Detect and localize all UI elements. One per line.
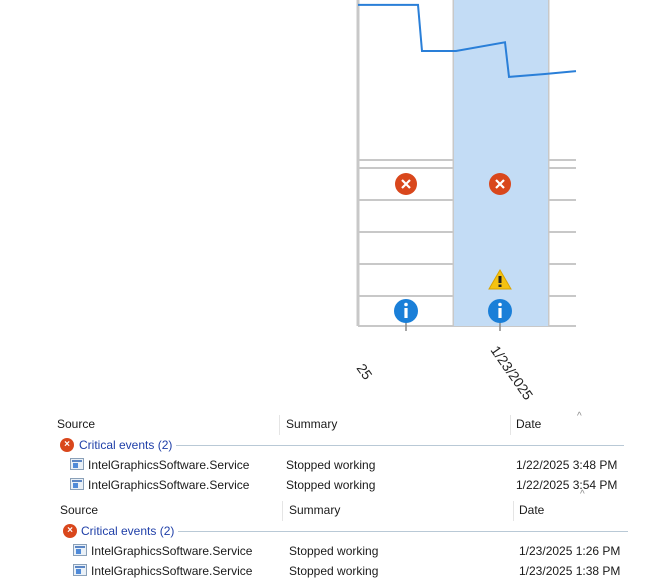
table-row[interactable]: IntelGraphicsSoftware.Service Stopped wo… xyxy=(0,455,666,475)
date-cell: 1/22/2025 3:48 PM xyxy=(516,458,618,472)
summary-cell: Stopped working xyxy=(286,478,376,492)
column-header-date[interactable]: Date xyxy=(516,417,541,431)
summary-cell: Stopped working xyxy=(289,544,379,558)
application-icon xyxy=(70,478,84,490)
critical-icon xyxy=(489,173,511,195)
category-divider xyxy=(178,531,628,532)
source-cell: IntelGraphicsSoftware.Service xyxy=(88,458,250,472)
column-header-summary[interactable]: Summary xyxy=(286,417,337,431)
application-icon xyxy=(73,564,87,576)
sort-chevron-up-icon: ^ xyxy=(577,411,582,422)
summary-cell: Stopped working xyxy=(286,458,376,472)
application-icon xyxy=(70,458,84,470)
info-dot xyxy=(404,302,408,307)
table-row[interactable]: IntelGraphicsSoftware.Service Stopped wo… xyxy=(0,561,666,581)
warning-dot xyxy=(498,284,502,287)
source-cell: IntelGraphicsSoftware.Service xyxy=(88,478,250,492)
critical-icon: × xyxy=(60,438,74,452)
column-header-row: Source Summary Date ^ xyxy=(0,411,666,437)
column-header-row: ^ Source Summary Date xyxy=(0,489,666,523)
column-separator[interactable] xyxy=(279,415,280,435)
column-header-source[interactable]: Source xyxy=(57,417,95,431)
category-row-critical[interactable]: × Critical events (2) xyxy=(0,435,666,455)
warning-bar xyxy=(498,276,502,283)
column-separator[interactable] xyxy=(510,415,511,435)
table-row[interactable]: IntelGraphicsSoftware.Service Stopped wo… xyxy=(0,475,666,495)
category-label[interactable]: Critical events (2) xyxy=(81,524,174,538)
info-stem xyxy=(404,308,408,318)
column-header-summary[interactable]: Summary xyxy=(289,503,340,517)
source-cell: IntelGraphicsSoftware.Service xyxy=(91,544,253,558)
date-cell: 1/23/2025 1:26 PM xyxy=(519,544,621,558)
reliability-chart[interactable]: 25 1/23/2025 xyxy=(0,0,666,410)
application-icon xyxy=(73,544,87,556)
category-row-critical[interactable]: × Critical events (2) xyxy=(0,521,666,541)
critical-icon: × xyxy=(63,524,77,538)
column-header-date[interactable]: Date xyxy=(519,503,544,517)
info-dot xyxy=(498,302,502,307)
info-stem xyxy=(498,308,502,318)
column-header-source[interactable]: Source xyxy=(60,503,98,517)
table-row[interactable]: IntelGraphicsSoftware.Service Stopped wo… xyxy=(0,541,666,561)
x-axis-ticks: 25 1/23/2025 xyxy=(354,343,537,403)
column-separator[interactable] xyxy=(513,501,514,521)
category-divider xyxy=(176,445,624,446)
critical-icon xyxy=(395,173,417,195)
x-tick-label: 25 xyxy=(354,361,376,383)
column-separator[interactable] xyxy=(282,501,283,521)
sort-chevron-up-icon: ^ xyxy=(580,489,585,500)
x-tick-label: 1/23/2025 xyxy=(488,343,537,403)
category-label[interactable]: Critical events (2) xyxy=(79,438,172,452)
date-cell: 1/22/2025 3:54 PM xyxy=(516,478,618,492)
